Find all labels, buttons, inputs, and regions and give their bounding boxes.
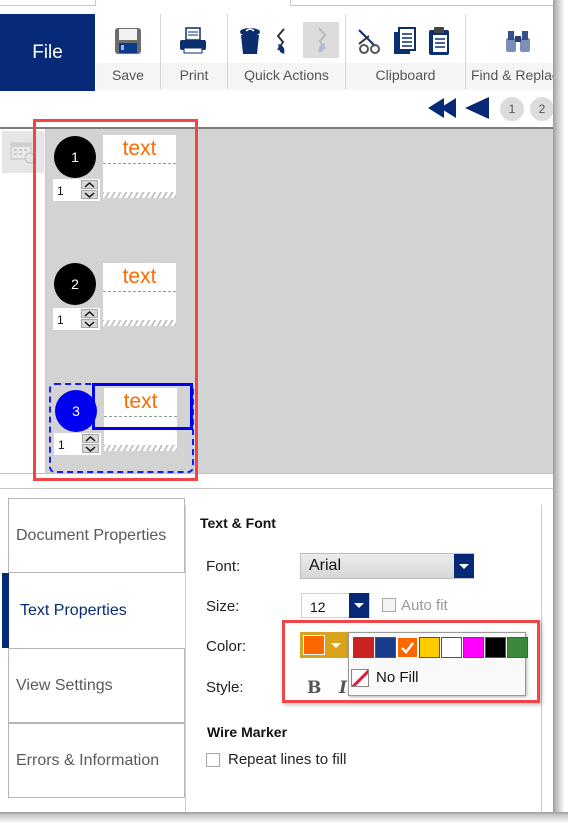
- size-value: 12: [310, 599, 326, 615]
- redo-icon[interactable]: [303, 22, 339, 58]
- style-label: Style:: [206, 679, 244, 696]
- active-tab-indicator: [2, 573, 9, 648]
- ribbon-group-quick-actions: Quick Actions: [228, 14, 345, 91]
- tab-errors-information[interactable]: Errors & Information: [8, 723, 185, 798]
- font-value: Arial: [309, 557, 342, 574]
- window-shadow: [553, 0, 568, 829]
- ribbon-group-clipboard: Clipboard: [346, 14, 465, 91]
- save-icon[interactable]: [111, 24, 145, 58]
- font-select[interactable]: Arial: [300, 553, 474, 579]
- page-1-button[interactable]: 1: [500, 97, 524, 121]
- ribbon-group-save[interactable]: Save: [96, 14, 160, 91]
- tab-view-settings[interactable]: View Settings: [8, 648, 185, 723]
- panel-border: [541, 505, 542, 812]
- file-button[interactable]: File: [0, 14, 95, 91]
- canvas-divider: [0, 488, 553, 489]
- section-title-text-font: Text & Font: [200, 515, 276, 531]
- first-page-button[interactable]: [428, 97, 460, 123]
- chevron-down-icon[interactable]: [349, 593, 369, 618]
- clipboard-label: Clipboard: [346, 63, 465, 90]
- tab-text-properties[interactable]: Text Properties: [9, 573, 186, 648]
- copy-icon[interactable]: [389, 24, 419, 58]
- first-page-icon: [428, 98, 456, 118]
- cut-icon[interactable]: [354, 24, 384, 58]
- top-tab-edge: [0, 0, 96, 6]
- delete-icon[interactable]: [234, 24, 266, 58]
- autofit-label: Auto fit: [401, 597, 448, 614]
- ribbon-group-find-replace[interactable]: Find & Replace: [466, 14, 553, 91]
- size-label: Size:: [206, 598, 240, 615]
- prev-page-icon: [465, 97, 489, 119]
- autofit-checkbox[interactable]: [382, 598, 396, 612]
- highlight-box: [282, 620, 540, 703]
- size-select[interactable]: 12: [301, 593, 370, 618]
- save-label: Save: [96, 63, 160, 90]
- prev-page-button[interactable]: [465, 97, 491, 123]
- section-title-wire-marker: Wire Marker: [207, 724, 288, 740]
- binoculars-icon[interactable]: [501, 24, 535, 58]
- print-icon[interactable]: [176, 24, 210, 58]
- chevron-down-icon[interactable]: [454, 554, 474, 578]
- font-label: Font:: [206, 558, 241, 575]
- ribbon-group-print[interactable]: Print: [161, 14, 227, 91]
- quick-actions-label: Quick Actions: [228, 63, 345, 90]
- paste-icon[interactable]: [424, 24, 454, 58]
- repeat-lines-checkbox[interactable]: [206, 753, 220, 767]
- find-replace-label: Find & Replace: [466, 63, 553, 90]
- color-label: Color:: [206, 638, 247, 655]
- undo-icon[interactable]: [268, 24, 296, 58]
- page-2-button[interactable]: 2: [530, 97, 554, 121]
- print-label: Print: [161, 63, 227, 90]
- repeat-lines-label: Repeat lines to fill: [228, 751, 347, 768]
- top-tab-edge: [290, 0, 553, 6]
- app-window: File Save Print Quick Actions Clipboard …: [0, 0, 568, 829]
- highlight-box: [33, 119, 198, 481]
- tab-document-properties[interactable]: Document Properties: [8, 498, 185, 573]
- window-shadow: [0, 812, 568, 829]
